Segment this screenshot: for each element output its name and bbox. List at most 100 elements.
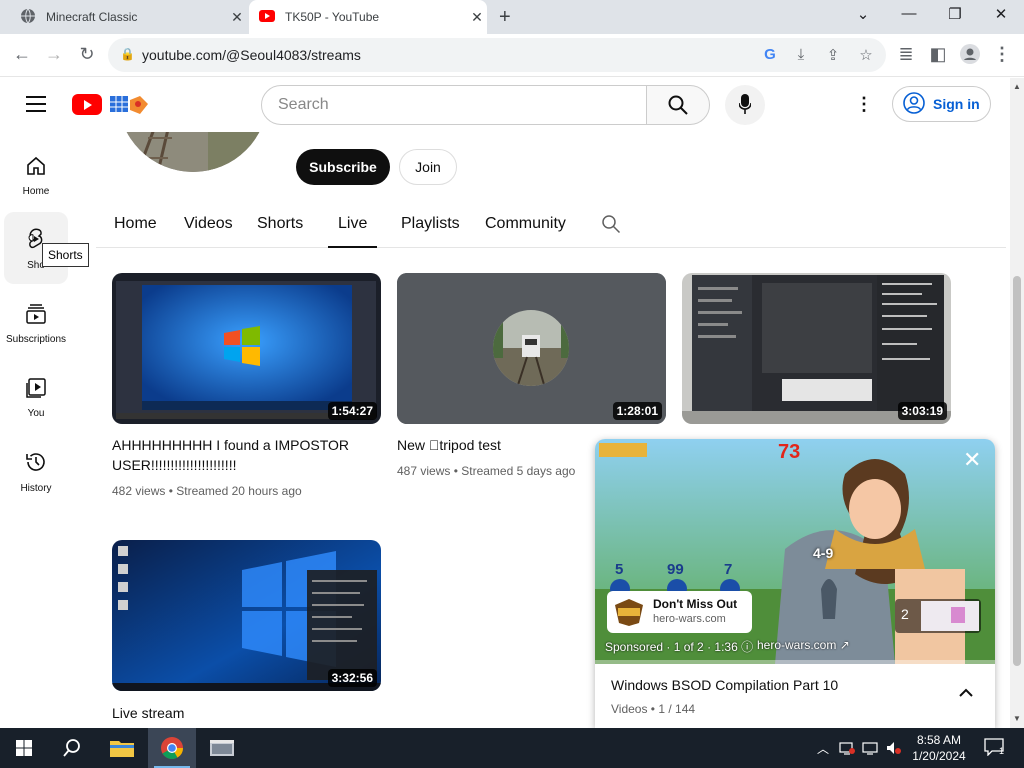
forward-icon[interactable]: → xyxy=(43,44,65,65)
guide-item-history[interactable]: History xyxy=(0,450,72,494)
video-thumbnail-4[interactable]: 3:32:56 xyxy=(112,540,381,691)
hamburger-menu-icon[interactable] xyxy=(26,96,46,112)
address-bar[interactable]: 🔒 youtube.com/@Seoul4083/streams G ⤓ ⇪ ☆ xyxy=(108,38,886,72)
video-title-line: AHHHHHHHHH I found a IMPOSTOR xyxy=(112,437,350,453)
channel-search-icon[interactable] xyxy=(601,214,621,239)
home-icon xyxy=(0,155,72,180)
subscribe-button[interactable]: Subscribe xyxy=(296,149,390,185)
reload-icon[interactable]: ↻ xyxy=(76,44,98,65)
browser-tab-youtube[interactable]: TK50P - YouTube ✕ xyxy=(249,0,487,34)
tab-search-chevron-icon[interactable]: ⌄ xyxy=(853,5,873,23)
join-button[interactable]: Join xyxy=(399,149,457,185)
youtube-logo[interactable] xyxy=(72,94,102,115)
miniplayer-title[interactable]: Windows BSOD Compilation Part 10 xyxy=(611,677,838,693)
browser-tab-minecraft[interactable]: Minecraft Classic ✕ xyxy=(0,0,247,34)
tab-playlists[interactable]: Playlists xyxy=(401,215,460,233)
share-icon[interactable]: ⇪ xyxy=(823,46,843,64)
start-button[interactable] xyxy=(0,728,48,768)
reading-list-icon[interactable]: ≣ xyxy=(895,44,917,65)
guide-label: History xyxy=(20,483,52,494)
taskbar-chrome[interactable] xyxy=(148,728,196,768)
chrome-menu-icon[interactable]: ⋮ xyxy=(991,44,1013,65)
system-clock[interactable]: 8:58 AM 1/20/2024 xyxy=(908,732,970,764)
shorts-tooltip: Shorts xyxy=(42,243,89,267)
taskbar-file-explorer[interactable] xyxy=(98,728,146,768)
maximize-icon[interactable]: ❐ xyxy=(945,5,965,23)
install-app-icon[interactable]: ⤓ xyxy=(791,46,811,63)
tab-home[interactable]: Home xyxy=(114,215,157,233)
back-icon[interactable]: ← xyxy=(11,44,33,65)
you-icon xyxy=(0,377,72,402)
microphone-icon xyxy=(738,94,752,121)
video-duration: 3:32:56 xyxy=(327,669,377,687)
miniplayer[interactable]: 73 5 99 7 4-9 ✕ Don't Miss Out hero-wars… xyxy=(595,439,995,728)
search-box[interactable] xyxy=(261,85,647,125)
history-icon xyxy=(0,450,72,477)
view-count: 487 views xyxy=(397,464,451,478)
taskbar-search-button[interactable] xyxy=(48,728,96,768)
video-duration: 1:28:01 xyxy=(612,402,662,420)
settings-kebab-icon[interactable]: ⋮ xyxy=(855,94,873,115)
tab-shorts[interactable]: Shorts xyxy=(257,215,303,233)
scroll-up-icon[interactable]: ▲ xyxy=(1013,82,1021,91)
video-thumbnail-2[interactable]: 1:28:01 xyxy=(397,273,666,424)
guide-item-subscriptions[interactable]: Subscriptions xyxy=(0,303,72,345)
miniplayer-video[interactable]: 73 5 99 7 4-9 ✕ Don't Miss Out hero-wars… xyxy=(595,439,995,664)
url-text[interactable]: youtube.com/@Seoul4083/streams xyxy=(142,47,361,63)
google-lens-icon[interactable]: G xyxy=(760,46,780,63)
sponsored-label: Sponsored · 1 of 2 · 1:36 ⓘ xyxy=(605,638,753,655)
search-button[interactable] xyxy=(646,85,710,125)
show-hidden-icons-chevron[interactable]: ︿ xyxy=(817,740,829,757)
bookmark-star-icon[interactable]: ☆ xyxy=(856,46,876,64)
sign-in-button[interactable]: Sign in xyxy=(892,86,991,122)
ad-card[interactable]: Don't Miss Out hero-wars.com xyxy=(607,591,752,633)
subscriptions-icon xyxy=(0,303,72,328)
tab-community[interactable]: Community xyxy=(485,215,566,233)
side-panel-icon[interactable]: ◧ xyxy=(927,44,949,65)
ad-progress-bar[interactable] xyxy=(595,660,995,664)
guide-label: Home xyxy=(22,186,50,197)
ad-title: Don't Miss Out xyxy=(653,597,738,611)
video-title-1[interactable]: AHHHHHHHHH I found a IMPOSTOR USER!!!!!!… xyxy=(112,435,382,475)
video-thumbnail-3[interactable]: 3:03:19 xyxy=(682,273,951,424)
close-window-icon[interactable]: ✕ xyxy=(991,5,1011,23)
search-input[interactable] xyxy=(278,96,628,114)
tab-videos[interactable]: Videos xyxy=(184,215,233,233)
taskbar-app[interactable] xyxy=(198,728,246,768)
channel-tabs: Home Videos Shorts Live Playlists Commun… xyxy=(96,200,1006,248)
display-icon[interactable] xyxy=(862,740,880,759)
youtube-doodle-logo[interactable] xyxy=(108,92,150,116)
youtube-masthead: ⋮ Sign in xyxy=(0,78,1010,132)
volume-muted-icon[interactable] xyxy=(886,740,902,759)
video-title-line: USER!!!!!!!!!!!!!!!!!!!!!! xyxy=(112,457,237,473)
streamed-time: Streamed 20 hours ago xyxy=(176,484,302,498)
sponsored-text: Sponsored · 1 of 2 · 1:36 xyxy=(605,640,738,654)
chevron-up-icon[interactable] xyxy=(959,685,973,703)
voice-search-button[interactable] xyxy=(725,85,765,125)
profile-icon[interactable] xyxy=(959,44,981,69)
video-title-4[interactable]: Live stream xyxy=(112,703,382,723)
minimize-icon[interactable]: — xyxy=(899,5,919,22)
guide-item-home[interactable]: Home xyxy=(0,155,72,197)
video-duration: 3:03:19 xyxy=(897,402,947,420)
video-thumbnail-1[interactable]: 1:54:27 xyxy=(112,273,381,424)
sign-in-label: Sign in xyxy=(933,96,980,112)
scroll-down-icon[interactable]: ▼ xyxy=(1013,714,1021,723)
new-tab-icon[interactable]: + xyxy=(499,6,511,29)
folder-icon xyxy=(110,739,134,762)
close-tab-icon[interactable]: ✕ xyxy=(467,9,487,26)
info-icon[interactable]: ⓘ xyxy=(741,640,753,654)
game-score: 5 xyxy=(615,561,624,578)
page-scrollbar[interactable]: ▲ ▼ xyxy=(1010,78,1024,728)
lock-icon: 🔒 xyxy=(120,47,135,61)
video-duration: 1:54:27 xyxy=(327,402,377,420)
view-count: 482 views xyxy=(112,484,166,498)
tab-live[interactable]: Live xyxy=(338,215,367,233)
close-miniplayer-icon[interactable]: ✕ xyxy=(963,447,981,473)
ad-count-preview[interactable]: 2 xyxy=(895,599,981,633)
ad-site-link[interactable]: hero-wars.com ↗ xyxy=(757,638,850,652)
scrollbar-thumb[interactable] xyxy=(1013,276,1021,666)
close-tab-icon[interactable]: ✕ xyxy=(227,9,247,26)
network-icon[interactable] xyxy=(838,740,856,759)
guide-item-you[interactable]: You xyxy=(0,377,72,419)
